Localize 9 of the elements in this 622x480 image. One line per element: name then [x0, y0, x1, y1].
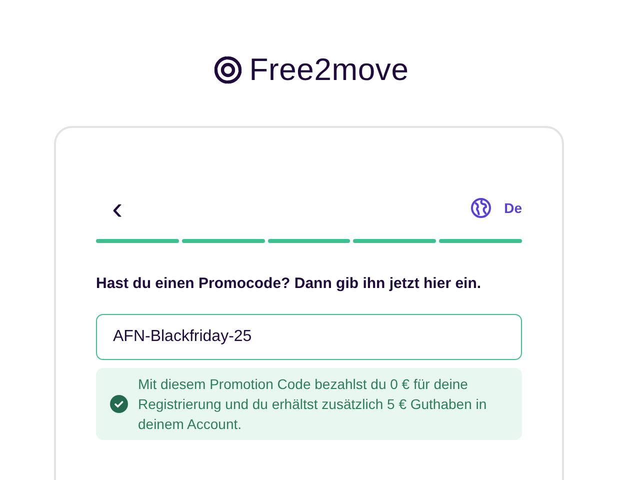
check-icon: [110, 395, 128, 413]
logo-wordmark: Free2move: [249, 52, 409, 88]
language-button[interactable]: De: [504, 200, 522, 216]
promo-code-field[interactable]: AFN-Blackfriday-25: [96, 314, 522, 360]
globe-icon[interactable]: [470, 197, 492, 219]
back-button[interactable]: ‹: [106, 194, 129, 222]
success-message: Mit diesem Promotion Code bezahlst du 0 € für deine Registrierung und du erhältst zusätzlich 5 € Guthaben in deinem Account.: [138, 375, 488, 434]
question-text: Hast du einen Promocode? Dann gib ihn jetzt hier ein.: [96, 275, 482, 292]
logo-icon: [213, 55, 244, 85]
